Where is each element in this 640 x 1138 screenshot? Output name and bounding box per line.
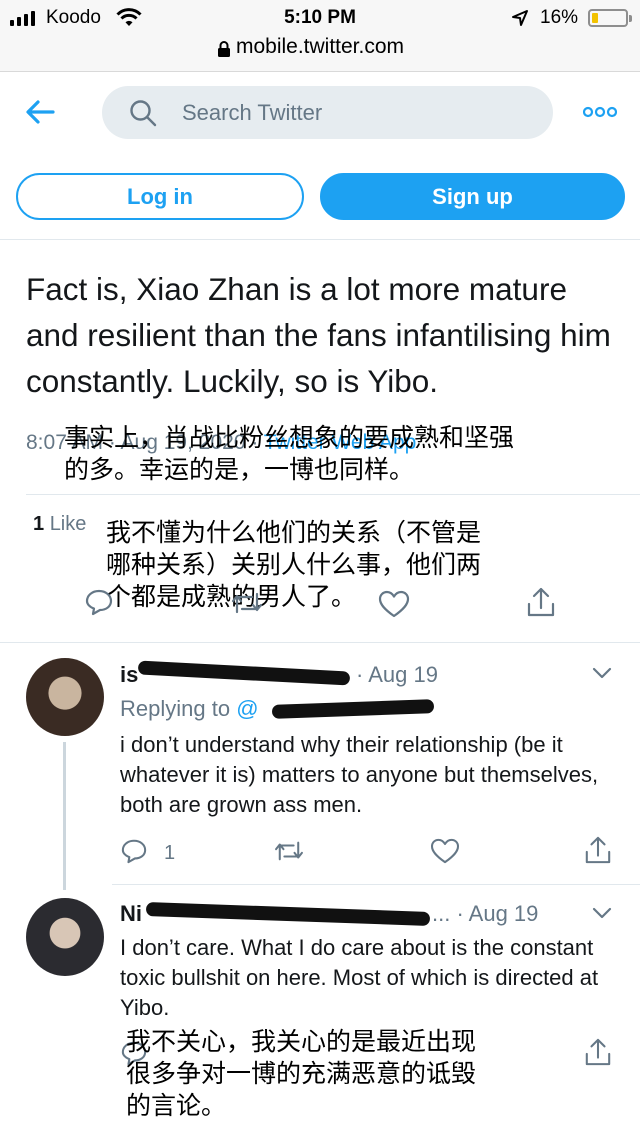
- redacted-name-scribble: [137, 660, 351, 686]
- reply1-text: i don’t understand why their relationshi…: [120, 732, 599, 817]
- share-icon[interactable]: [526, 586, 556, 618]
- reply2-date: ... · Aug 19: [432, 901, 539, 926]
- battery-icon: [588, 9, 632, 27]
- reply1-date: · Aug 19: [356, 662, 438, 687]
- thread-line: [63, 742, 66, 890]
- browser-status-bar: Koodo 5:10 PM 16% mobile.twitter.com: [0, 0, 640, 72]
- signup-button[interactable]: Sign up: [320, 173, 625, 220]
- likes-label: Like: [49, 513, 87, 535]
- search-icon: [130, 100, 157, 127]
- retweet-icon[interactable]: [230, 590, 264, 616]
- share-icon[interactable]: [584, 835, 612, 865]
- login-button[interactable]: Log in: [16, 173, 304, 220]
- chevron-down-icon[interactable]: [592, 906, 612, 920]
- reply1-replying-to: Replying to @: [120, 696, 259, 722]
- tweet-chinese-caption: 事实上，肖战比粉丝想象的要成熟和坚强 的多。幸运的是，一博也同样。: [64, 423, 515, 484]
- address-bar-url[interactable]: mobile.twitter.com: [0, 35, 640, 59]
- reply2-text: I don’t care. What I do care about is th…: [120, 935, 599, 1020]
- more-options-icon[interactable]: [583, 106, 617, 118]
- location-arrow-icon: [512, 10, 528, 26]
- reply-icon[interactable]: [120, 838, 148, 864]
- header-divider: [0, 239, 640, 240]
- reply1-author-name[interactable]: is: [120, 662, 138, 688]
- reply2-avatar[interactable]: [26, 898, 104, 976]
- back-arrow-icon[interactable]: [25, 99, 55, 125]
- reply-divider: [112, 884, 640, 885]
- tweet-text: Fact is, Xiao Zhan is a lot more mature …: [26, 271, 611, 399]
- tweet-divider: [0, 642, 640, 643]
- like-heart-icon[interactable]: [430, 838, 460, 864]
- redacted-handle-scribble: [271, 699, 435, 719]
- replying-to-label: Replying to: [120, 696, 231, 721]
- reply1-avatar[interactable]: [26, 658, 104, 736]
- likes-count[interactable]: 1 Like: [33, 513, 86, 536]
- reply1-chinese-caption: 我不懂为什么他们的关系（不管是 哪种关系）关别人什么事，他们两 个都是成熟的男人…: [106, 518, 482, 611]
- share-icon[interactable]: [584, 1037, 612, 1067]
- reply2-author-name[interactable]: Ni: [120, 901, 142, 927]
- reply2-chinese-caption: 我不关心，我关心的是最近出现 很多争对一博的充满恶意的诋毁 的言论。: [126, 1027, 477, 1120]
- search-placeholder: Search Twitter: [182, 100, 323, 125]
- battery-percent: 16%: [540, 7, 579, 28]
- search-input[interactable]: Search Twitter: [102, 86, 553, 139]
- meta-divider: [26, 494, 640, 495]
- reply1-reply-count: 1: [164, 842, 176, 864]
- retweet-icon[interactable]: [273, 839, 305, 863]
- like-heart-icon[interactable]: [378, 590, 410, 618]
- chevron-down-icon[interactable]: [592, 666, 612, 680]
- likes-number: 1: [33, 513, 45, 535]
- replying-to-handle[interactable]: @: [236, 696, 258, 721]
- reply-icon[interactable]: [84, 588, 114, 616]
- redacted-name-scribble: [145, 902, 431, 926]
